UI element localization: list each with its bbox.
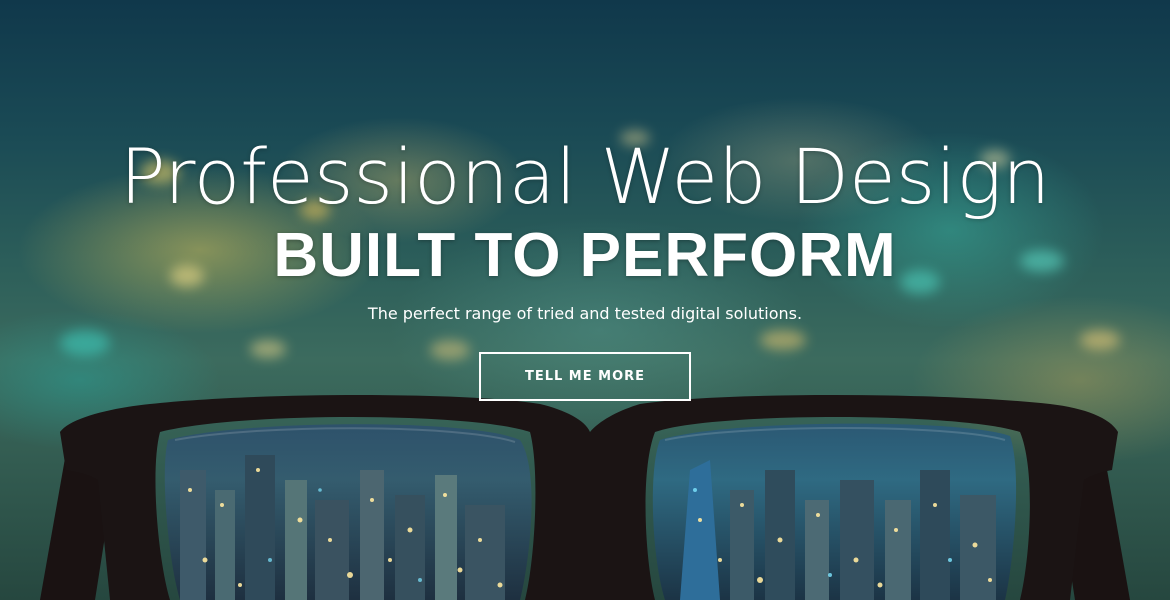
hero-section: Professional Web Design BUILT TO PERFORM… [0,0,1170,600]
left-lens-cityscape [164,424,532,600]
tell-me-more-button[interactable]: TELL ME MORE [479,352,691,401]
hero-headline-bold: BUILT TO PERFORM [273,221,897,290]
hero-subtitle: The perfect range of tried and tested di… [367,304,803,323]
right-lens-cityscape [652,423,1017,600]
hero-headline-light: Professional Web Design [119,132,1051,221]
eyeglasses-illustration [40,395,1130,600]
